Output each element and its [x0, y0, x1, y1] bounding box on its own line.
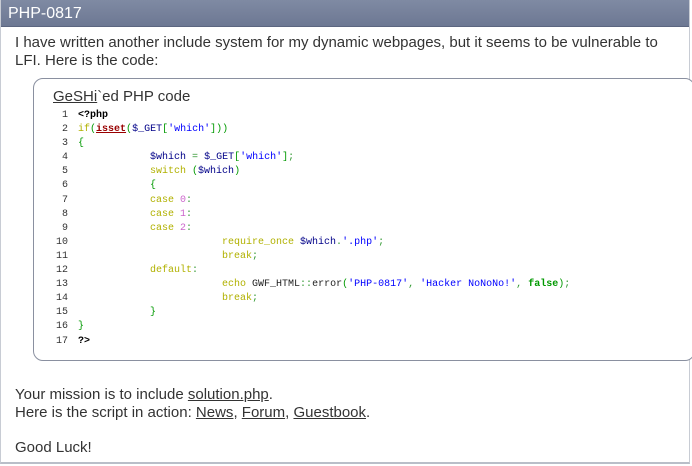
code-line: 17 ?>	[55, 335, 91, 347]
code-line: 6{	[61, 180, 157, 192]
code-line: 12 default:	[55, 265, 199, 277]
code-line: 15}	[55, 307, 157, 319]
intro-text: I have written another include system fo…	[15, 34, 658, 69]
code-line: 9 case 2:	[61, 222, 193, 234]
code-header-suffix: `ed PHP code	[97, 88, 191, 105]
forum-link[interactable]: Forum	[242, 404, 285, 421]
solution-link[interactable]: solution.php	[188, 386, 269, 403]
code-line: 5 switch ($which)	[61, 166, 241, 178]
code-line: 1 <?php	[61, 110, 109, 121]
mission-line: Your mission is to include solution.php.	[15, 386, 273, 403]
code-line: 14 break;	[55, 293, 259, 305]
code-line: 8 case 1:	[61, 208, 193, 220]
code-line: 13 echo GWF_HTML::error('PHP-0817', 'Hack…	[55, 279, 571, 291]
action-line: Here is the script in action: News, Foru…	[15, 404, 371, 421]
geshi-link[interactable]: GeSHi	[53, 88, 97, 105]
code-listing: 1 <?php 2 if (isset($_GET['which'])) 3{ 4 $…	[50, 109, 570, 349]
code-line: 7 case 0:	[61, 194, 193, 206]
code-box: GeSHi`ed PHP code 1 <?php 2 if (isset($_GE…	[33, 78, 692, 361]
code-line: 16}	[55, 321, 85, 333]
news-link[interactable]: News	[196, 404, 234, 421]
code-line: 10 require_once $which.'.php';	[55, 236, 385, 248]
mission-block: Your mission is to include solution.php.…	[15, 386, 370, 422]
code-line: 2 if (isset($_GET['which']))	[61, 124, 229, 136]
good-luck-text: Good Luck!	[15, 439, 92, 456]
page-title: PHP-0817	[1, 0, 689, 27]
guestbook-link[interactable]: Guestbook	[293, 404, 366, 421]
code-line: 4 $which = $_GET['which'];	[61, 152, 295, 164]
code-header: GeSHi`ed PHP code	[53, 88, 190, 105]
code-line: 11 break;	[55, 250, 259, 262]
code-line: 3{	[61, 138, 85, 150]
challenge-page: PHP-0817 I have written another include …	[0, 0, 692, 464]
